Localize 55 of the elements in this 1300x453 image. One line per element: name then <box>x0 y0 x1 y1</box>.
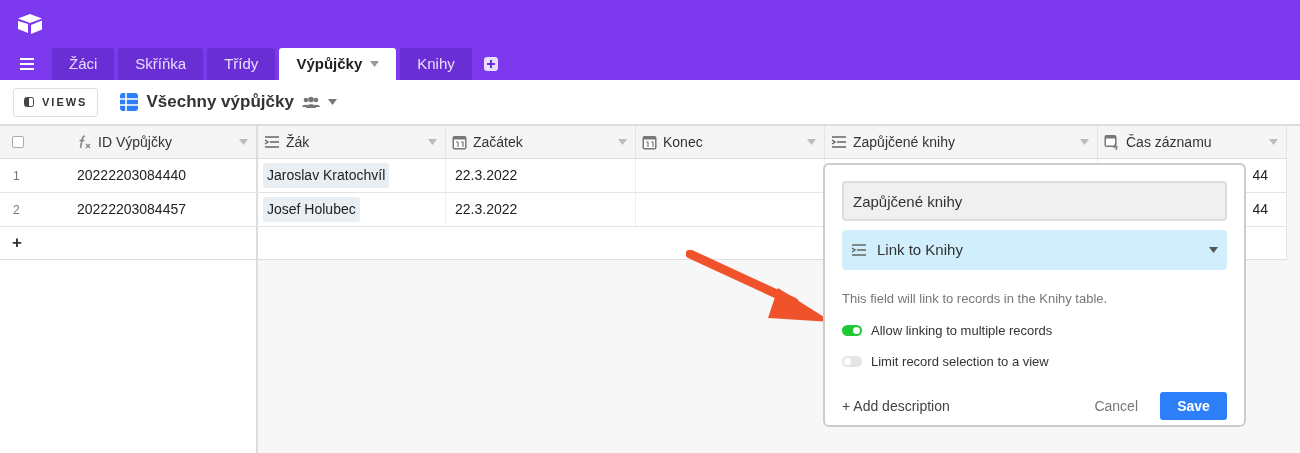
table-cell-text: 20222203084440 <box>77 166 186 185</box>
column-header[interactable]: Konec <box>636 126 825 158</box>
caret-icon <box>370 61 380 67</box>
add-row-button[interactable]: + <box>12 230 22 256</box>
field-type-dropdown[interactable]: Link to Knihy <box>842 230 1227 270</box>
option-label: Allow linking to multiple records <box>871 321 1053 340</box>
link-field-icon <box>264 135 280 149</box>
column-header[interactable]: Čas záznamu <box>1098 126 1287 158</box>
row-number: 1 <box>13 167 20 185</box>
caret-icon <box>428 139 437 145</box>
table-cell-text: 44 <box>1252 166 1268 185</box>
table-cell-text: 22.3.2022 <box>455 200 518 219</box>
caret-icon <box>1080 139 1089 145</box>
calendar-clock-icon <box>1104 134 1120 150</box>
caret-icon <box>807 139 816 145</box>
table-cell-text: 20222203084457 <box>77 200 186 219</box>
table-tab[interactable]: Žáci <box>52 48 115 80</box>
table-tab[interactable]: Skříňka <box>118 48 204 80</box>
calendar-icon <box>452 134 467 150</box>
table-tab[interactable]: Třídy <box>207 48 276 80</box>
select-all-checkbox[interactable] <box>12 136 24 148</box>
people-icon <box>301 96 320 108</box>
calendar-icon <box>642 134 657 150</box>
table-tab[interactable]: Knihy <box>400 48 472 80</box>
table-tab[interactable]: Výpůjčky <box>279 48 397 80</box>
save-button[interactable]: Save <box>1160 392 1227 420</box>
option-label: Limit record selection to a view <box>871 353 1049 371</box>
field-description: This field will link to records in the Knihy table. <box>842 290 1109 308</box>
column-header[interactable]: Začátek <box>446 126 636 158</box>
add-table-icon[interactable] <box>483 57 498 71</box>
menu-icon[interactable] <box>20 58 34 70</box>
view-switcher[interactable]: Všechny výpůjčky <box>120 89 337 115</box>
link-field-icon <box>851 243 867 257</box>
link-field-icon <box>831 135 847 149</box>
table-cell-text: 22.3.2022 <box>455 166 518 185</box>
caret-icon <box>618 139 627 145</box>
toggle-switch[interactable] <box>842 356 862 368</box>
caret-icon <box>1269 139 1278 145</box>
cancel-button[interactable]: Cancel <box>1088 391 1144 421</box>
column-header[interactable]: Žák <box>258 126 446 158</box>
caret-icon <box>327 99 337 105</box>
caret-icon <box>1209 247 1218 253</box>
linked-record-chip[interactable]: Jaroslav Kratochvíl <box>263 163 390 188</box>
toggle-switch[interactable] <box>842 324 862 336</box>
grid-view-icon <box>120 93 139 111</box>
linked-record-chip[interactable]: Josef Holubec <box>263 197 360 222</box>
column-header[interactable]: Zapůjčené knihy <box>825 126 1098 158</box>
field-name-input[interactable]: Zapůjčené knihy <box>842 181 1227 221</box>
sidebar-toggle-icon <box>24 97 34 107</box>
row-number: 2 <box>13 201 20 219</box>
table-cell-text: 44 <box>1252 200 1268 219</box>
add-description-button[interactable]: + Add description <box>842 395 1089 417</box>
caret-icon <box>239 139 248 145</box>
views-button[interactable]: VIEWS <box>13 87 99 117</box>
logo-icon[interactable] <box>17 13 43 35</box>
